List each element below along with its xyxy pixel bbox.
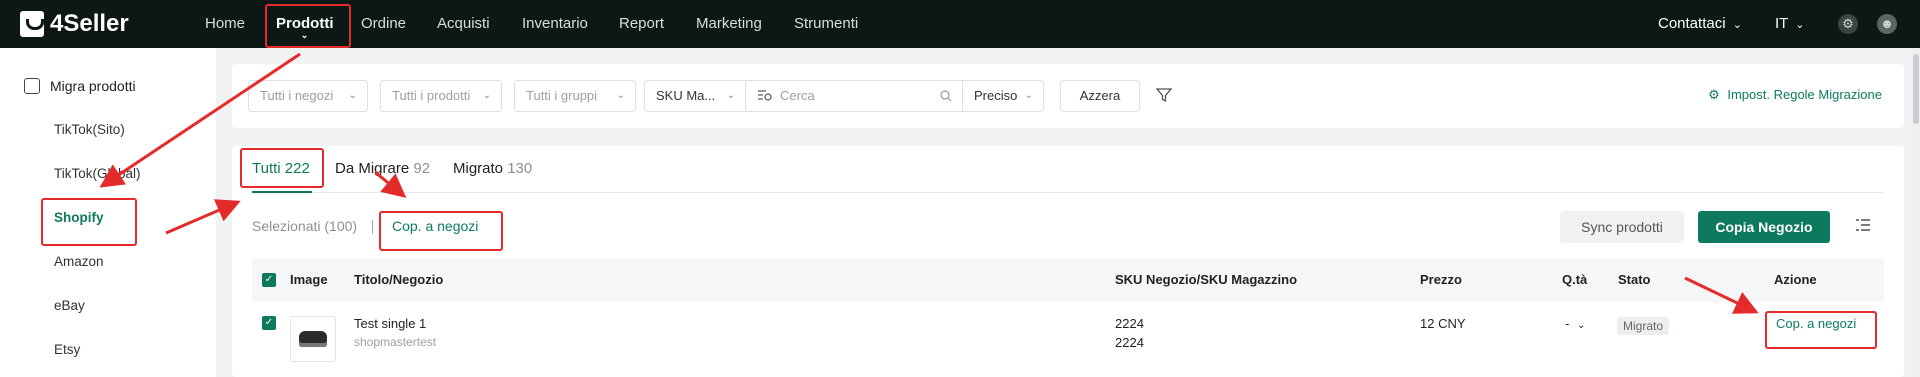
arrow-nav-to-shopify [99, 52, 301, 188]
annotation-arrows [99, 52, 1759, 314]
arrow-to-row-copy [1684, 276, 1759, 314]
arrow-to-bulk-copy [374, 170, 407, 198]
arrow-shopify-to-tab [165, 199, 241, 235]
